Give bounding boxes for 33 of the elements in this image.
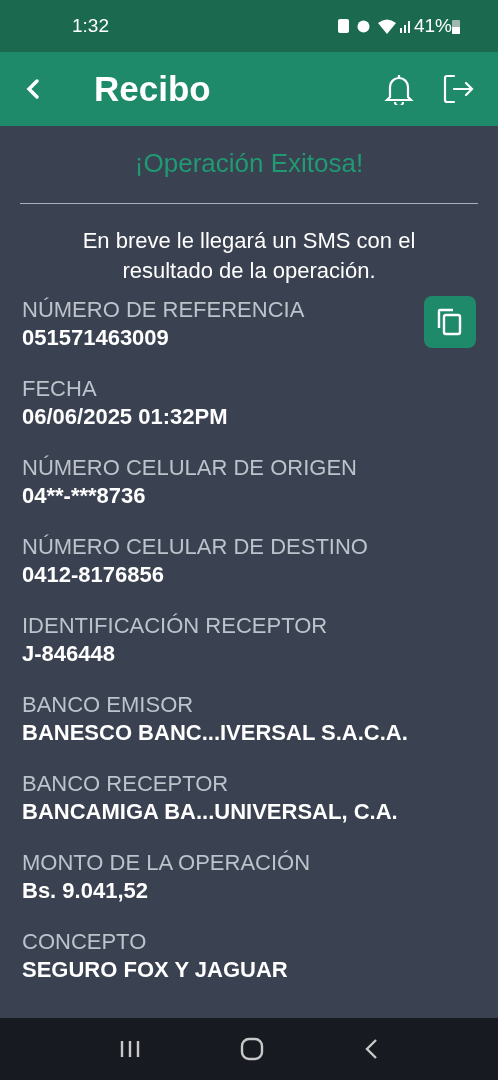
- battery-icon: [452, 18, 460, 34]
- page-title: Recibo: [94, 67, 211, 110]
- field-value: 04**-***8736: [22, 482, 147, 510]
- field-label: MONTO DE LA OPERACIÓN: [22, 849, 312, 877]
- copy-icon: [437, 308, 463, 336]
- field-value: BANCAMIGA BA...UNIVERSAL, C.A.: [22, 798, 399, 826]
- field-value: 06/06/2025 01:32PM: [22, 403, 229, 431]
- field-value: 051571463009: [22, 324, 170, 352]
- field-label: NÚMERO CELULAR DE DESTINO: [22, 533, 369, 561]
- field-value: J-846448: [22, 640, 116, 668]
- copy-button[interactable]: [424, 296, 476, 348]
- field-label: IDENTIFICACIÓN RECEPTOR: [22, 612, 329, 640]
- field-label: NÚMERO DE REFERENCIA: [22, 296, 306, 324]
- status-time: 1:32: [72, 13, 109, 38]
- signal-icon: [399, 19, 410, 33]
- notification-bell-icon[interactable]: [384, 73, 414, 105]
- info-message: En breve le llegará un SMS con el resultado de la operación.: [81, 227, 417, 285]
- home-icon[interactable]: [240, 1037, 264, 1061]
- field-label: BANCO EMISOR: [22, 691, 195, 719]
- field-label: NÚMERO CELULAR DE ORIGEN: [22, 454, 358, 482]
- field-label: BANCO RECEPTOR: [22, 770, 230, 798]
- field-value: 0412-8176856: [22, 561, 165, 589]
- battery-level: 41%: [413, 13, 452, 38]
- logout-icon[interactable]: [442, 73, 474, 105]
- field-label: CONCEPTO: [22, 928, 148, 956]
- field-value: Bs. 9.041,52: [22, 877, 149, 905]
- field-value: BANESCO BANC...IVERSAL S.A.C.A.: [22, 719, 409, 747]
- field-value: SEGURO FOX Y JAGUAR: [22, 956, 289, 984]
- success-title: ¡Operación Exitosa!: [133, 147, 365, 180]
- back-icon[interactable]: [24, 77, 40, 101]
- recent-apps-icon[interactable]: [119, 1039, 142, 1059]
- field-label: FECHA: [22, 375, 98, 403]
- wifi-icon: [377, 18, 396, 34]
